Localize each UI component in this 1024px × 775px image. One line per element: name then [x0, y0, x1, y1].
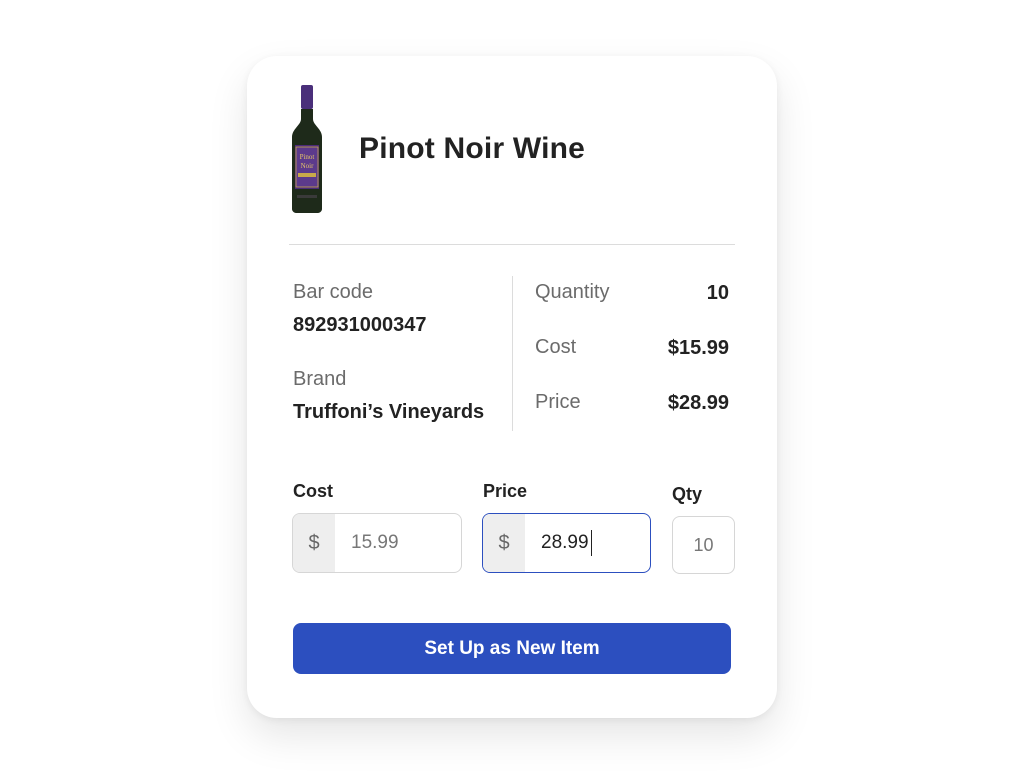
- quantity-label: Quantity: [535, 281, 610, 303]
- product-title: Pinot Noir Wine: [359, 132, 586, 165]
- wine-bottle-image: Pinot Noir: [292, 85, 322, 213]
- bottle-label-line1: Pinot: [300, 153, 315, 161]
- barcode-label: Bar code: [293, 281, 374, 303]
- cost-input-value[interactable]: 15.99: [335, 514, 461, 572]
- cost-label: Cost: [535, 336, 577, 358]
- price-currency-prefix: $: [483, 514, 525, 572]
- price-input-value-wrap[interactable]: 28.99: [525, 514, 650, 572]
- price-input[interactable]: $ 28.99: [482, 513, 651, 573]
- price-input-value[interactable]: 28.99: [541, 532, 589, 554]
- details-divider: [512, 276, 513, 431]
- brand-value: Truffoni’s Vineyards: [293, 401, 485, 423]
- qty-field-label: Qty: [672, 484, 703, 504]
- cost-input[interactable]: $ 15.99: [292, 513, 462, 573]
- price-label: Price: [535, 391, 581, 413]
- brand-label: Brand: [293, 368, 347, 390]
- product-card: Pinot Noir Pinot Noir Wine Bar code 8929…: [247, 56, 777, 718]
- price-field-label: Price: [483, 481, 528, 501]
- qty-input[interactable]: 10: [672, 516, 735, 574]
- set-up-new-item-button[interactable]: Set Up as New Item: [293, 623, 731, 674]
- text-caret: [590, 530, 593, 556]
- cost-value: $15.99: [667, 337, 729, 359]
- barcode-value: 892931000347: [293, 314, 427, 336]
- bottle-label-line2: Noir: [301, 162, 315, 170]
- header-divider: [289, 244, 735, 245]
- cost-currency-prefix: $: [293, 514, 335, 572]
- cost-field-label: Cost: [293, 481, 333, 501]
- price-value: $28.99: [667, 392, 729, 414]
- quantity-value: 10: [706, 282, 729, 304]
